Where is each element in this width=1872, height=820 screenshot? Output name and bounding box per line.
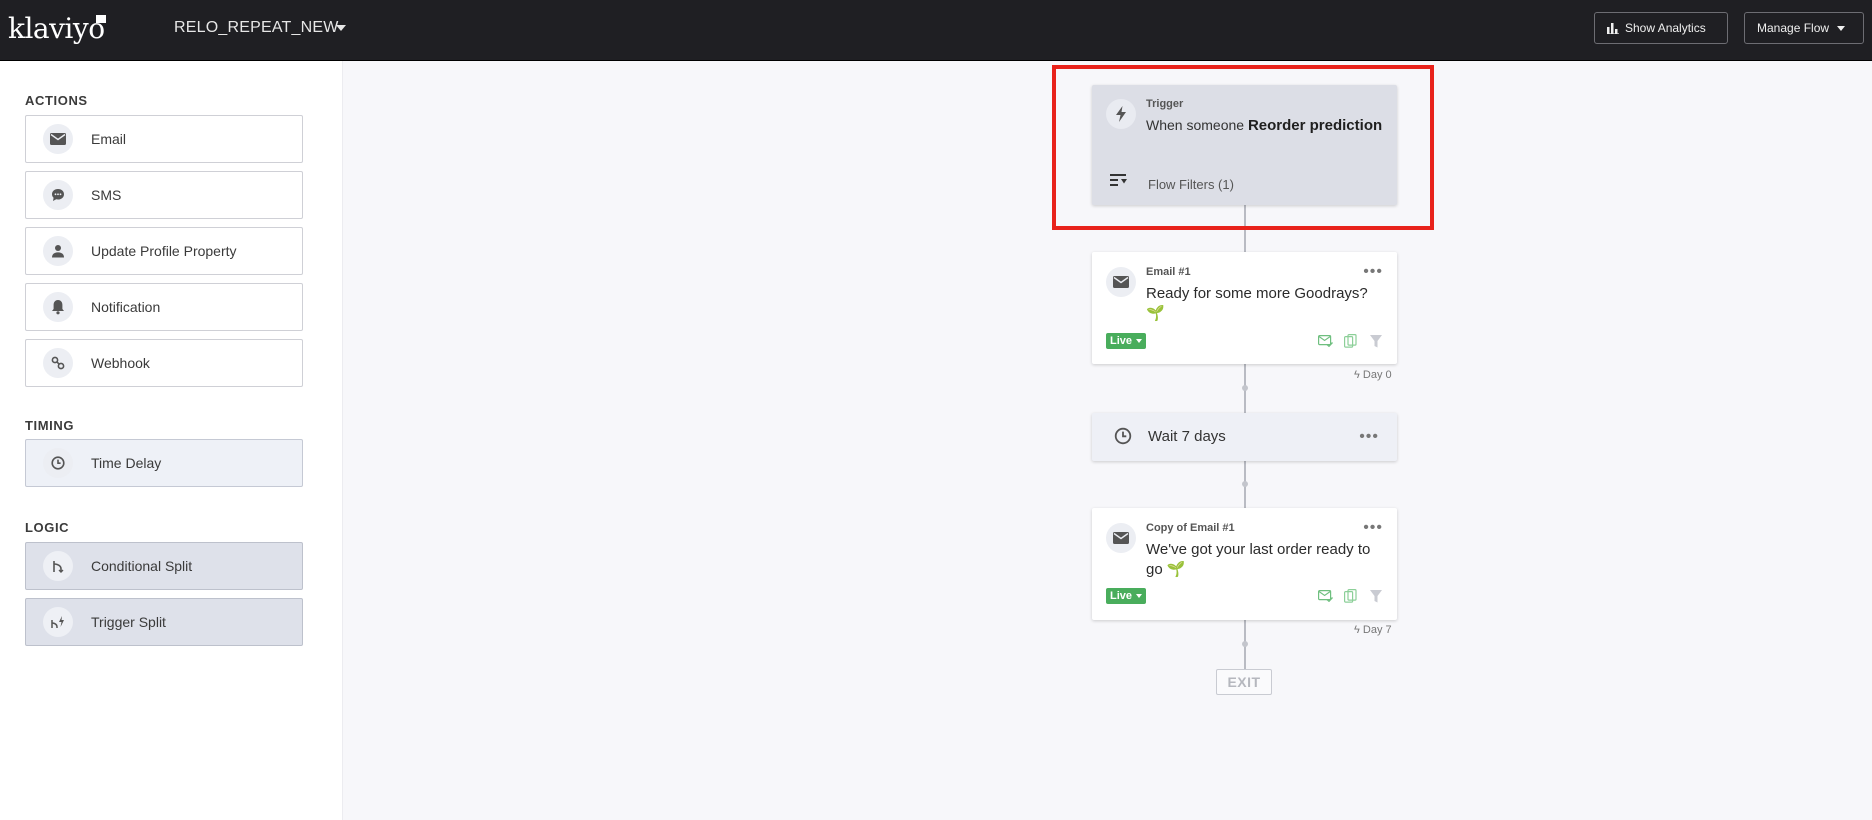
show-analytics-label: Show Analytics bbox=[1625, 21, 1706, 35]
top-bar: klaviyo RELO_REPEAT_NEW Show Analytics M… bbox=[0, 0, 1872, 61]
envelope-icon bbox=[43, 124, 73, 154]
chevron-down-icon bbox=[1837, 25, 1846, 31]
bar-chart-icon bbox=[1607, 22, 1619, 34]
sidebar-item-update-profile-property[interactable]: Update Profile Property bbox=[25, 227, 303, 275]
delay-day-label: ϟ Day 0 bbox=[1354, 369, 1392, 381]
clock-icon bbox=[43, 448, 73, 478]
sprout-emoji: 🌱 bbox=[1166, 561, 1186, 578]
sidebar-item-trigger-split[interactable]: Trigger Split bbox=[25, 598, 303, 646]
sidebar-item-label: Trigger Split bbox=[91, 614, 166, 630]
actions-heading: ACTIONS bbox=[25, 93, 88, 108]
day-text: Day 0 bbox=[1362, 369, 1392, 381]
sidebar-item-label: Update Profile Property bbox=[91, 243, 237, 259]
email-actions bbox=[1318, 589, 1383, 603]
more-options-icon[interactable]: ••• bbox=[1363, 520, 1383, 536]
logo-flag-icon bbox=[96, 15, 106, 23]
chevron-down-icon bbox=[1136, 339, 1142, 343]
chevron-down-icon bbox=[1136, 594, 1142, 598]
filter-icon[interactable] bbox=[1368, 334, 1383, 348]
lightning-icon: ϟ bbox=[1354, 369, 1360, 381]
trigger-split-icon bbox=[43, 607, 73, 637]
flow-name-dropdown[interactable]: RELO_REPEAT_NEW bbox=[174, 19, 339, 37]
email-card[interactable]: Email #1 ••• Ready for some more Goodray… bbox=[1092, 252, 1397, 364]
manage-flow-label: Manage Flow bbox=[1757, 21, 1830, 35]
email-preview-icon[interactable] bbox=[1318, 334, 1333, 348]
sidebar-item-time-delay[interactable]: Time Delay bbox=[25, 439, 303, 487]
email-card[interactable]: Copy of Email #1 ••• We've got your last… bbox=[1092, 508, 1397, 620]
sidebar: ACTIONS Email SMS Update Profile Propert… bbox=[0, 61, 343, 820]
more-options-icon[interactable]: ••• bbox=[1359, 429, 1379, 445]
filter-icon[interactable] bbox=[1368, 589, 1383, 603]
sprout-emoji: 🌱 bbox=[1146, 305, 1165, 322]
chat-icon bbox=[43, 180, 73, 210]
sidebar-item-email[interactable]: Email bbox=[25, 115, 303, 163]
envelope-icon bbox=[1106, 267, 1136, 297]
email-title: Copy of Email #1 bbox=[1146, 522, 1235, 534]
sidebar-item-label: Time Delay bbox=[91, 455, 162, 471]
highlight-box bbox=[1052, 65, 1434, 230]
more-options-icon[interactable]: ••• bbox=[1363, 264, 1383, 280]
email-subject: Ready for some more Goodrays? 🌱 bbox=[1146, 284, 1386, 324]
exit-node: EXIT bbox=[1216, 669, 1272, 695]
email-preview-icon[interactable] bbox=[1318, 589, 1333, 603]
chevron-down-icon[interactable] bbox=[336, 25, 346, 31]
delay-day-label: ϟ Day 7 bbox=[1354, 624, 1392, 636]
webhook-icon bbox=[43, 348, 73, 378]
sidebar-item-label: Email bbox=[91, 131, 127, 147]
logic-heading: LOGIC bbox=[25, 520, 70, 535]
wait-label: Wait 7 days bbox=[1148, 428, 1226, 445]
sidebar-item-notification[interactable]: Notification bbox=[25, 283, 303, 331]
clock-icon bbox=[1114, 427, 1132, 450]
klaviyo-logo[interactable]: klaviyo bbox=[8, 12, 105, 45]
sidebar-item-label: Notification bbox=[91, 299, 161, 315]
email-subject-text: Ready for some more Goodrays? bbox=[1146, 285, 1368, 302]
copy-icon[interactable] bbox=[1343, 589, 1358, 603]
sidebar-item-label: Webhook bbox=[91, 355, 150, 371]
lightning-icon: ϟ bbox=[1354, 624, 1360, 636]
status-label: Live bbox=[1109, 590, 1132, 602]
sidebar-item-webhook[interactable]: Webhook bbox=[25, 339, 303, 387]
person-icon bbox=[43, 236, 73, 266]
envelope-icon bbox=[1106, 523, 1136, 553]
email-subject: We've got your last order ready to go 🌱 bbox=[1146, 540, 1386, 580]
show-analytics-button[interactable]: Show Analytics bbox=[1594, 12, 1728, 44]
sidebar-item-label: SMS bbox=[91, 187, 122, 203]
add-step-dot[interactable] bbox=[1242, 481, 1248, 487]
sidebar-item-label: Conditional Split bbox=[91, 558, 193, 574]
time-delay-card[interactable]: Wait 7 days ••• bbox=[1092, 413, 1397, 461]
day-text: Day 7 bbox=[1362, 624, 1392, 636]
timing-heading: TIMING bbox=[25, 418, 75, 433]
email-title: Email #1 bbox=[1146, 266, 1191, 278]
status-badge-live[interactable]: Live bbox=[1106, 588, 1146, 604]
email-actions bbox=[1318, 334, 1383, 348]
add-step-dot[interactable] bbox=[1242, 385, 1248, 391]
manage-flow-button[interactable]: Manage Flow bbox=[1744, 12, 1864, 44]
sidebar-item-sms[interactable]: SMS bbox=[25, 171, 303, 219]
status-badge-live[interactable]: Live bbox=[1106, 333, 1146, 349]
add-step-dot[interactable] bbox=[1242, 641, 1248, 647]
bell-icon bbox=[43, 292, 73, 322]
status-label: Live bbox=[1109, 335, 1132, 347]
sidebar-item-conditional-split[interactable]: Conditional Split bbox=[25, 542, 303, 590]
split-icon bbox=[43, 551, 73, 581]
copy-icon[interactable] bbox=[1343, 334, 1358, 348]
